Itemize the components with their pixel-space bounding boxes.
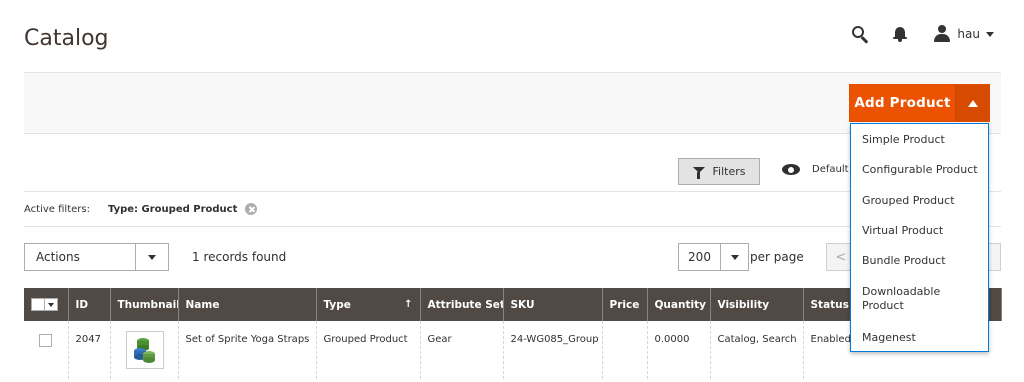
add-product-menu: Simple Product Configurable Product Grou… — [850, 123, 989, 352]
cell-price — [602, 321, 648, 379]
user-menu[interactable]: hau — [933, 25, 994, 43]
chevron-down-icon — [730, 254, 739, 260]
per-page-select[interactable]: 200 — [678, 243, 749, 271]
column-header-attribute-set[interactable]: Attribute Set — [420, 288, 504, 321]
page-title: Catalog — [24, 26, 109, 51]
column-header-type-label: Type — [323, 298, 351, 311]
menu-item-simple-product[interactable]: Simple Product — [851, 125, 988, 155]
active-filters-label: Active filters: — [24, 203, 90, 215]
actions-label: Actions — [36, 250, 80, 264]
column-header-thumbnail: Thumbnail — [110, 288, 179, 321]
chevron-down-icon — [148, 254, 156, 260]
select-all-header[interactable] — [24, 288, 69, 321]
cell-quantity: 0.0000 — [647, 321, 711, 379]
user-name: hau — [957, 27, 980, 41]
header-actions: hau — [851, 22, 994, 46]
column-header-price[interactable]: Price — [602, 288, 648, 321]
product-thumbnail[interactable] — [125, 331, 164, 369]
menu-item-virtual-product[interactable]: Virtual Product — [851, 216, 988, 246]
eye-icon — [782, 164, 800, 175]
cell-sku: 24-WG085_Group — [503, 321, 603, 379]
records-found: 1 records found — [192, 250, 287, 264]
cell-name: Set of Sprite Yoga Straps — [178, 321, 317, 379]
column-header-visibility[interactable]: Visibility — [710, 288, 804, 321]
cell-visibility: Catalog, Search — [710, 321, 804, 379]
filters-label: Filters — [712, 165, 746, 178]
caret-up-icon — [967, 99, 978, 107]
add-product-label[interactable]: Add Product — [850, 85, 955, 121]
user-icon — [933, 25, 951, 43]
cell-id: 2047 — [68, 321, 111, 379]
cell-type: Grouped Product — [316, 321, 421, 379]
column-header-sku[interactable]: SKU — [503, 288, 603, 321]
row-checkbox[interactable] — [39, 334, 52, 347]
per-page-toggle[interactable] — [720, 244, 748, 270]
add-product-toggle[interactable] — [955, 85, 989, 121]
menu-item-bundle-product[interactable]: Bundle Product — [851, 246, 988, 276]
menu-item-grouped-product[interactable]: Grouped Product — [851, 186, 988, 216]
column-header-id[interactable]: ID — [68, 288, 111, 321]
menu-item-downloadable-product[interactable]: Downloadable Product — [851, 276, 988, 322]
search-icon[interactable] — [851, 25, 869, 44]
mass-select-checkbox[interactable] — [31, 298, 58, 311]
yoga-straps-image — [133, 338, 155, 363]
per-page-label: per page — [750, 250, 804, 264]
filters-button[interactable]: Filters — [678, 158, 760, 185]
active-filter-value: Type: Grouped Product — [107, 203, 238, 215]
bell-icon[interactable] — [891, 25, 909, 43]
add-product-button[interactable]: Add Product — [849, 84, 990, 122]
remove-filter-icon[interactable] — [245, 203, 258, 215]
menu-item-configurable-product[interactable]: Configurable Product — [851, 155, 988, 185]
per-page-value: 200 — [688, 250, 711, 264]
chevron-down-icon — [986, 31, 994, 37]
cell-thumbnail — [110, 321, 179, 379]
column-header-name[interactable]: Name — [178, 288, 317, 321]
actions-dropdown-toggle[interactable] — [135, 244, 168, 270]
actions-select[interactable]: Actions — [24, 243, 169, 271]
menu-item-magenest[interactable]: Magenest — [851, 322, 988, 352]
sort-ascending-icon: ↑ — [404, 298, 413, 310]
cell-attribute-set: Gear — [420, 321, 504, 379]
column-header-quantity[interactable]: Quantity — [647, 288, 711, 321]
row-select-cell — [24, 321, 69, 379]
funnel-icon — [692, 166, 705, 179]
column-header-type[interactable]: Type ↑ — [316, 288, 421, 321]
